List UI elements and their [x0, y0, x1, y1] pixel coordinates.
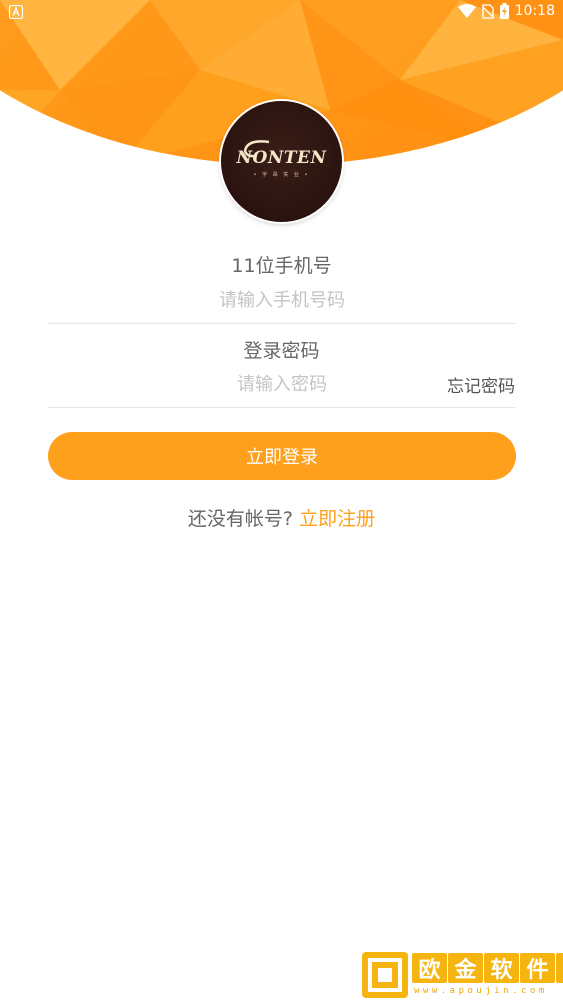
register-prompt: 还没有帐号?: [187, 508, 294, 530]
phone-label: 11位手机号: [231, 255, 332, 277]
login-screen: 10:18 NONTEN • 宇 昂 实 业 • 11位手机号 登录密码 忘记密…: [0, 0, 563, 1000]
watermark-char: 软: [484, 953, 519, 983]
watermark-char: 欧: [412, 953, 447, 983]
password-label: 登录密码: [243, 340, 320, 362]
a-notification-icon: [9, 5, 23, 19]
status-icons: 10:18: [457, 3, 555, 19]
status-bar: 10:18: [0, 0, 563, 24]
phone-input[interactable]: [48, 283, 516, 317]
watermark: 欧 金 软 件 园 www.apoujin.com: [362, 952, 563, 998]
no-sim-icon: [481, 3, 494, 19]
password-divider: [48, 407, 516, 408]
watermark-title: 欧 金 软 件 园: [412, 953, 563, 985]
phone-divider: [48, 323, 516, 324]
password-input[interactable]: [48, 367, 516, 401]
watermark-logo-icon: [368, 958, 402, 992]
watermark-logo: [362, 952, 408, 998]
status-time: 10:18: [514, 3, 555, 19]
register-link[interactable]: 立即注册: [299, 508, 375, 530]
watermark-char: 金: [448, 953, 483, 983]
battery-charging-icon: [499, 3, 509, 19]
app-logo: NONTEN • 宇 昂 实 业 •: [221, 101, 342, 222]
wifi-icon: [457, 4, 476, 18]
login-button[interactable]: 立即登录: [48, 432, 516, 480]
watermark-url: www.apoujin.com: [414, 986, 548, 996]
watermark-char: 件: [520, 953, 555, 983]
watermark-char: 园: [556, 953, 563, 983]
logo-subtitle: • 宇 昂 实 业 •: [253, 172, 310, 178]
register-line: 还没有帐号? 立即注册: [0, 504, 563, 531]
forgot-password-link[interactable]: 忘记密码: [447, 372, 515, 397]
logo-brand: NONTEN: [236, 148, 327, 168]
